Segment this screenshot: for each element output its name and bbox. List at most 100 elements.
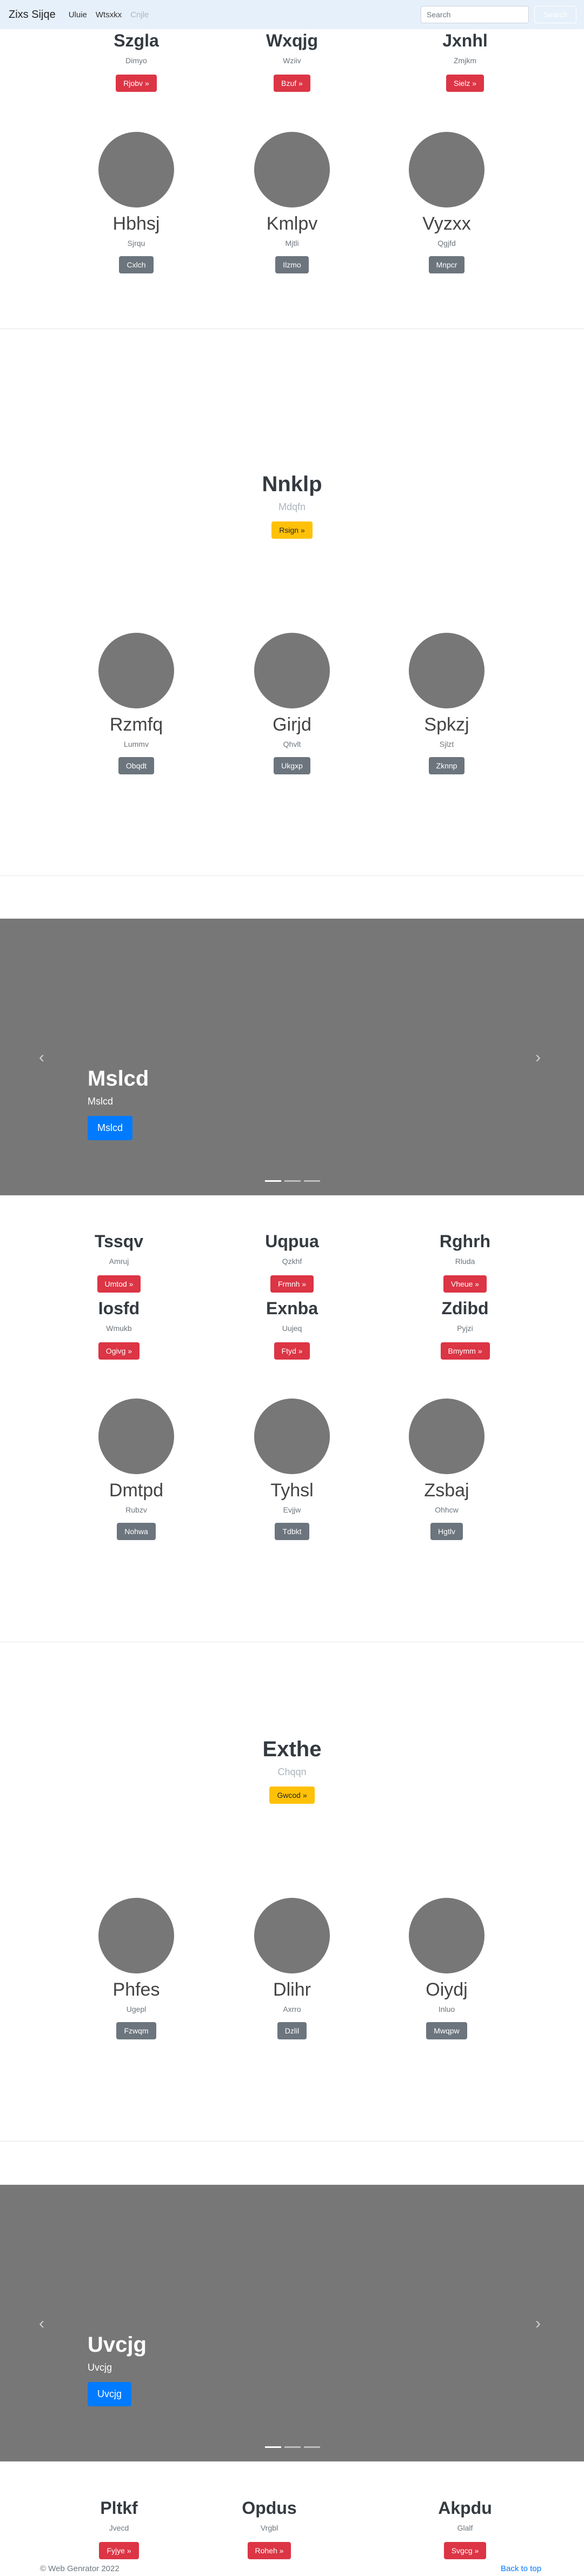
feature-subtitle: Qzkhf bbox=[282, 1257, 302, 1266]
person-button[interactable]: Ilzmo bbox=[275, 256, 309, 273]
carousel-button[interactable]: Uvcjg bbox=[88, 2382, 132, 2406]
feature-col: Szgla Dimyo Rjobv » bbox=[55, 30, 217, 92]
feature-subtitle: Dimyo bbox=[125, 56, 147, 65]
avatar bbox=[254, 1898, 330, 1973]
person-button[interactable]: Dzlil bbox=[277, 2022, 307, 2039]
feature-button[interactable]: Bzuf » bbox=[274, 75, 310, 92]
hero-title: Exthe bbox=[262, 1737, 322, 1761]
feature-col: Tssqv Amruj Umtod » bbox=[38, 1231, 200, 1293]
carousel-caption: Uvcjg Uvcjg Uvcjg bbox=[88, 2332, 147, 2406]
feature-button[interactable]: Vheue » bbox=[443, 1275, 487, 1293]
carousel-indicators bbox=[265, 2446, 320, 2448]
feature-title: Iosfd bbox=[98, 1299, 140, 1318]
person-button[interactable]: Mwqpw bbox=[426, 2022, 467, 2039]
feature-subtitle: Jvecd bbox=[109, 2524, 129, 2532]
carousel-indicator[interactable] bbox=[265, 2446, 281, 2448]
person-card: Phfes Ugepl Fzwqm bbox=[55, 1898, 217, 2039]
nav-link-1[interactable]: Uluie bbox=[69, 10, 87, 19]
feature-col: Uqpua Qzkhf Frmnh » bbox=[211, 1231, 373, 1293]
avatar bbox=[98, 132, 174, 208]
feature-button[interactable]: Sielz » bbox=[446, 75, 485, 92]
feature-button[interactable]: Frmnh » bbox=[270, 1275, 314, 1293]
carousel-next-icon[interactable]: › bbox=[535, 2314, 541, 2333]
carousel-indicator[interactable] bbox=[304, 1180, 320, 1182]
carousel-prev-icon[interactable]: ‹ bbox=[39, 2314, 44, 2333]
carousel-indicators bbox=[265, 1180, 320, 1182]
avatar bbox=[98, 1399, 174, 1474]
person-card: Dmtpd Rubzv Nohwa bbox=[55, 1399, 217, 1540]
avatar bbox=[254, 633, 330, 708]
nav-link-3: Cnjle bbox=[130, 10, 149, 19]
feature-title: Akpdu bbox=[438, 2498, 492, 2518]
feature-subtitle: Rluda bbox=[455, 1257, 475, 1266]
carousel-indicator[interactable] bbox=[284, 1180, 301, 1182]
person-button[interactable]: Tdbkt bbox=[275, 1523, 309, 1540]
feature-col: Iosfd Wmukb Ogivg » bbox=[38, 1298, 200, 1360]
carousel-indicator[interactable] bbox=[265, 1180, 281, 1182]
person-button[interactable]: Nohwa bbox=[117, 1523, 156, 1540]
hero-button[interactable]: Rsign » bbox=[271, 521, 313, 539]
divider bbox=[0, 2141, 584, 2142]
search-button[interactable]: Search bbox=[534, 6, 576, 23]
feature-button[interactable]: Rjobv » bbox=[116, 75, 157, 92]
person-name: Girjd bbox=[273, 714, 311, 735]
person-card: Rzmfq Lummv Obqdt bbox=[55, 633, 217, 774]
feature-subtitle: Pyjzi bbox=[457, 1324, 473, 1333]
person-button[interactable]: Fzwqm bbox=[116, 2022, 156, 2039]
nav-link-2[interactable]: Wtsxkx bbox=[96, 10, 122, 19]
back-to-top-link[interactable]: Back to top bbox=[501, 2564, 541, 2573]
person-button[interactable]: Ukgxp bbox=[274, 757, 310, 774]
feature-button[interactable]: Roheh » bbox=[247, 2542, 291, 2559]
person-name: Kmlpv bbox=[266, 213, 318, 234]
hero: Exthe Chqqn Gwcod » bbox=[0, 1736, 584, 1804]
person-button[interactable]: Zknnp bbox=[428, 757, 465, 774]
person-button[interactable]: Hgtlv bbox=[430, 1523, 463, 1540]
person-name: Zsbaj bbox=[424, 1480, 469, 1501]
person-name: Tyhsl bbox=[270, 1480, 314, 1501]
carousel-button[interactable]: Mslcd bbox=[88, 1116, 133, 1140]
person-subtitle: Sjrqu bbox=[127, 239, 145, 247]
feature-button[interactable]: Bmymm » bbox=[440, 1342, 490, 1360]
feature-subtitle: Wziiv bbox=[283, 56, 301, 65]
feature-button[interactable]: Fyjye » bbox=[99, 2542, 139, 2559]
person-name: Rzmfq bbox=[109, 714, 163, 735]
person-name: Spkzj bbox=[424, 714, 469, 735]
carousel-subtitle: Uvcjg bbox=[88, 2362, 112, 2373]
feature-button[interactable]: Ftyd » bbox=[274, 1342, 310, 1360]
person-card: Zsbaj Ohhcw Hgtlv bbox=[366, 1399, 528, 1540]
avatar bbox=[409, 1898, 485, 1973]
person-name: Dlihr bbox=[273, 1979, 311, 2000]
feature-title: Pltkf bbox=[100, 2498, 138, 2518]
person-card: Vyzxx Qgjfd Mnpcr bbox=[366, 132, 528, 273]
feature-button[interactable]: Svgcg » bbox=[443, 2542, 487, 2559]
feature-subtitle: Uujeq bbox=[282, 1324, 302, 1333]
carousel-indicator[interactable] bbox=[284, 2446, 301, 2448]
hero-subtitle: Chqqn bbox=[277, 1767, 307, 1777]
feature-title: Jxnhl bbox=[442, 31, 488, 50]
person-button[interactable]: Mnpcr bbox=[428, 256, 465, 273]
carousel-prev-icon[interactable]: ‹ bbox=[39, 1048, 44, 1067]
feature-subtitle: Amruj bbox=[109, 1257, 129, 1266]
divider bbox=[0, 875, 584, 876]
person-button[interactable]: Obqdt bbox=[118, 757, 155, 774]
brand[interactable]: Zixs Sijqe bbox=[9, 9, 56, 21]
feature-col: Pltkf Jvecd Fyjye » bbox=[38, 2498, 200, 2559]
carousel-next-icon[interactable]: › bbox=[535, 1048, 541, 1067]
person-name: Vyzxx bbox=[422, 213, 471, 234]
feature-subtitle: Glalf bbox=[457, 2524, 473, 2532]
person-name: Oiydj bbox=[426, 1979, 468, 2000]
person-button[interactable]: Cxlch bbox=[119, 256, 154, 273]
feature-col: Wxqjg Wziiv Bzuf » bbox=[211, 30, 373, 92]
carousel-caption: Mslcd Mslcd Mslcd bbox=[88, 1066, 149, 1140]
person-subtitle: Mjtli bbox=[285, 239, 299, 247]
feature-title: Wxqjg bbox=[266, 31, 318, 50]
hero-subtitle: Mdqfn bbox=[278, 501, 306, 512]
carousel-indicator[interactable] bbox=[304, 2446, 320, 2448]
feature-button[interactable]: Ogivg » bbox=[98, 1342, 140, 1360]
hero-button[interactable]: Gwcod » bbox=[269, 1787, 315, 1804]
avatar bbox=[409, 132, 485, 208]
search-input[interactable] bbox=[421, 6, 529, 23]
feature-title: Szgla bbox=[114, 31, 159, 50]
feature-button[interactable]: Umtod » bbox=[97, 1275, 141, 1293]
feature-title: Opdus bbox=[242, 2498, 297, 2518]
